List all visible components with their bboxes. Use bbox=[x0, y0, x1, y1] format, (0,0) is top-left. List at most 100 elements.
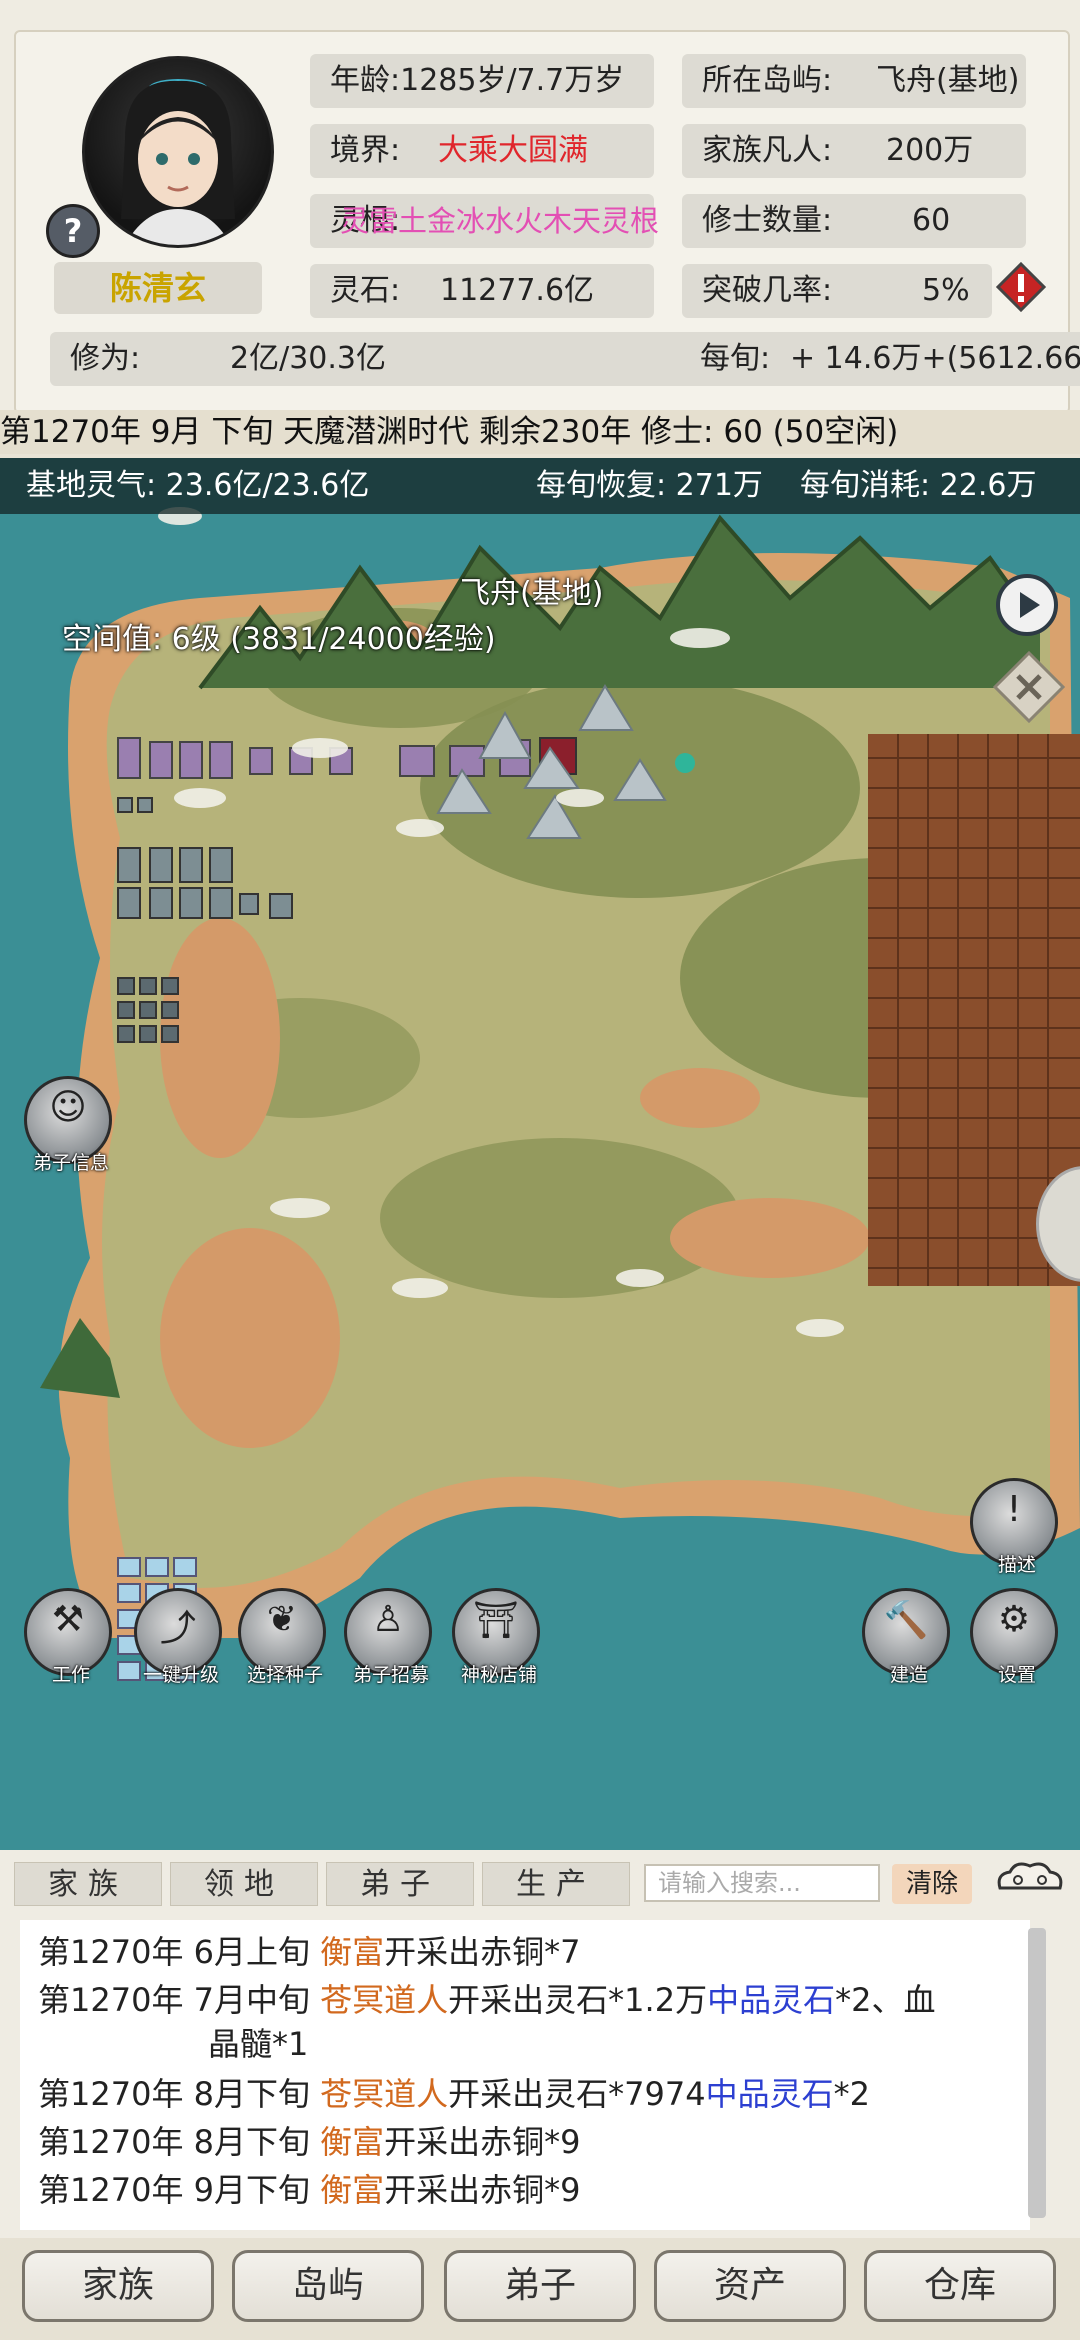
log-text-tail: *2、血 bbox=[835, 1981, 936, 2019]
breakthrough-value: 5% bbox=[922, 273, 970, 308]
describe-label: 描述 bbox=[997, 1554, 1036, 1576]
avatar[interactable] bbox=[82, 56, 274, 248]
list-item-continuation: 晶髓*1 bbox=[208, 2022, 308, 2066]
map-location-title: 飞舟(基地) bbox=[460, 576, 604, 611]
upgrade-all-label: 一键升级 bbox=[142, 1664, 219, 1686]
disciple-info-label: 弟子信息 bbox=[32, 1152, 109, 1174]
breakthrough-label: 突破几率: bbox=[702, 273, 833, 308]
play-button[interactable] bbox=[996, 574, 1058, 636]
mystery-shop-button[interactable]: ⛩ 神秘店铺 bbox=[452, 1588, 540, 1686]
select-seed-button[interactable]: ❦ 选择种子 bbox=[238, 1588, 326, 1686]
nav-warehouse-button[interactable]: 仓库 bbox=[864, 2250, 1056, 2322]
log-text: 开采出灵石*1.2万 bbox=[448, 1981, 708, 2019]
play-icon bbox=[1020, 592, 1040, 618]
cultivators-pill: 修士数量: 60 bbox=[682, 194, 1026, 248]
tab-territory[interactable]: 领地 bbox=[170, 1862, 318, 1906]
character-portrait-icon bbox=[121, 79, 235, 245]
build-hammer-icon: 🔨 bbox=[883, 1600, 929, 1641]
log-text: 开采出赤铜*7 bbox=[384, 1933, 581, 1971]
log-text: 开采出赤铜*9 bbox=[384, 2171, 581, 2209]
log-scrollbar[interactable] bbox=[1028, 1928, 1046, 2218]
disciple-icon: ☺ bbox=[49, 1087, 87, 1128]
island-pill: 所在岛屿: 飞舟(基地) bbox=[682, 54, 1026, 108]
log-person: 衡富 bbox=[320, 2171, 385, 2209]
log-date: 第1270年 8月下旬 bbox=[38, 2123, 310, 2161]
log-list[interactable]: 第1270年 6月上旬 衡富开采出赤铜*7 第1270年 7月中旬 苍冥道人开采… bbox=[20, 1920, 1030, 2230]
per-xun-label: 每旬: bbox=[700, 341, 771, 376]
search-input[interactable] bbox=[644, 1864, 880, 1902]
log-date: 第1270年 6月上旬 bbox=[38, 1933, 310, 1971]
log-item: 中品灵石 bbox=[707, 1981, 836, 2019]
cultivators-label: 修士数量: bbox=[702, 203, 833, 238]
realm-pill: 境界: 大乘大圆满 bbox=[310, 124, 654, 178]
disciple-info-button[interactable]: ☺ 弟子信息 bbox=[24, 1076, 112, 1174]
warning-icon[interactable] bbox=[995, 261, 1047, 313]
hammer-icon: ⚒ bbox=[51, 1599, 85, 1640]
cultivation-bar: 修为: 2亿/30.3亿 每旬: + 14.6万+(5612.66% bbox=[50, 332, 1080, 386]
help-icon[interactable]: ? bbox=[46, 204, 100, 258]
nav-disciples-button[interactable]: 弟子 bbox=[444, 2250, 636, 2322]
stones-label: 灵石: bbox=[330, 273, 401, 308]
base-qi-label: 基地灵气: 23.6亿/23.6亿 bbox=[26, 468, 370, 503]
log-person: 衡富 bbox=[320, 2123, 385, 2161]
recruit-icon: ♙ bbox=[371, 1599, 405, 1640]
work-label: 工作 bbox=[51, 1664, 90, 1686]
cultivation-label: 修为: bbox=[70, 341, 141, 376]
upgrade-all-button[interactable]: ⤴ 一键升级 bbox=[134, 1588, 222, 1686]
list-item: 第1270年 8月下旬 苍冥道人开采出灵石*7974中品灵石*2 bbox=[38, 2072, 870, 2116]
recruit-button[interactable]: ♙ 弟子招募 bbox=[344, 1588, 432, 1686]
exclamation-icon: ! bbox=[1006, 1489, 1022, 1530]
build-label: 建造 bbox=[889, 1664, 928, 1686]
log-date: 第1270年 7月中旬 bbox=[38, 1981, 310, 2019]
stones-pill: 灵石: 11277.6亿 bbox=[310, 264, 654, 318]
nav-family-button[interactable]: 家族 bbox=[22, 2250, 214, 2322]
gear-icon: ⚙ bbox=[997, 1599, 1031, 1640]
settings-button[interactable]: ⚙ 设置 bbox=[970, 1588, 1058, 1686]
list-item: 第1270年 6月上旬 衡富开采出赤铜*7 bbox=[38, 1930, 581, 1974]
close-map-button[interactable] bbox=[992, 650, 1066, 724]
breakthrough-pill: 突破几率: 5% bbox=[682, 264, 992, 318]
nav-island-button[interactable]: 岛屿 bbox=[232, 2250, 424, 2322]
mortals-label: 家族凡人: bbox=[702, 133, 833, 168]
list-item: 第1270年 7月中旬 苍冥道人开采出灵石*1.2万中品灵石*2、血 bbox=[38, 1978, 935, 2022]
describe-button[interactable]: ! 描述 bbox=[970, 1478, 1058, 1576]
close-icon bbox=[992, 650, 1066, 724]
tab-disciples[interactable]: 弟子 bbox=[326, 1862, 474, 1906]
space-value-label: 空间值: 6级 (3831/24000经验) bbox=[62, 622, 496, 657]
nav-assets-button[interactable]: 资产 bbox=[654, 2250, 846, 2322]
root-value: 灵雷土金冰水火木天灵根 bbox=[340, 204, 660, 238]
work-button[interactable]: ⚒ 工作 bbox=[24, 1588, 112, 1686]
cultivators-value: 60 bbox=[912, 203, 951, 238]
mortals-value: 200万 bbox=[886, 133, 974, 168]
realm-value: 大乘大圆满 bbox=[438, 133, 588, 168]
tab-production[interactable]: 生产 bbox=[482, 1862, 630, 1906]
settings-label: 设置 bbox=[997, 1664, 1036, 1686]
age-pill: 年龄:1285岁/7.7万岁 bbox=[310, 54, 654, 108]
list-item: 第1270年 8月下旬 衡富开采出赤铜*9 bbox=[38, 2120, 581, 2164]
tab-family[interactable]: 家族 bbox=[14, 1862, 162, 1906]
log-date: 第1270年 9月下旬 bbox=[38, 2171, 310, 2209]
cloud-ornament-icon[interactable] bbox=[992, 1858, 1068, 1902]
upgrade-icon: ⤴ bbox=[159, 1608, 196, 1649]
log-date: 第1270年 8月下旬 bbox=[38, 2075, 310, 2113]
log-text-tail: *2 bbox=[833, 2075, 870, 2113]
recruit-label: 弟子招募 bbox=[352, 1664, 429, 1686]
build-button[interactable]: 🔨 建造 bbox=[862, 1588, 950, 1686]
seedling-icon: ❦ bbox=[266, 1599, 298, 1640]
base-qi-bar: 基地灵气: 23.6亿/23.6亿 每旬恢复: 271万 每旬消耗: 22.6万 bbox=[0, 458, 1080, 514]
log-person: 衡富 bbox=[320, 1933, 385, 1971]
island-map[interactable]: 飞舟(基地) 空间值: 6级 (3831/24000经验) ☺ 弟子信息 ⚒ 工… bbox=[0, 458, 1080, 1850]
recovery-label: 每旬恢复: 271万 bbox=[536, 468, 763, 503]
cultivation-value: 2亿/30.3亿 bbox=[230, 341, 386, 376]
consume-label: 每旬消耗: 22.6万 bbox=[800, 468, 1037, 503]
mystery-shop-label: 神秘店铺 bbox=[460, 1664, 537, 1686]
realm-label: 境界: bbox=[330, 133, 401, 168]
status-line: 第1270年 9月 下旬 天魔潜渊时代 剩余230年 修士: 60 (50空闲) bbox=[0, 410, 1080, 454]
list-item: 第1270年 9月下旬 衡富开采出赤铜*9 bbox=[38, 2168, 581, 2212]
log-text: 晶髓*1 bbox=[208, 2025, 309, 2063]
age-text: 年龄:1285岁/7.7万岁 bbox=[330, 63, 625, 98]
log-item: 中品灵石 bbox=[705, 2075, 834, 2113]
mortals-pill: 家族凡人: 200万 bbox=[682, 124, 1026, 178]
log-person: 苍冥道人 bbox=[320, 1981, 449, 2019]
clear-button[interactable]: 清除 bbox=[892, 1864, 972, 1904]
